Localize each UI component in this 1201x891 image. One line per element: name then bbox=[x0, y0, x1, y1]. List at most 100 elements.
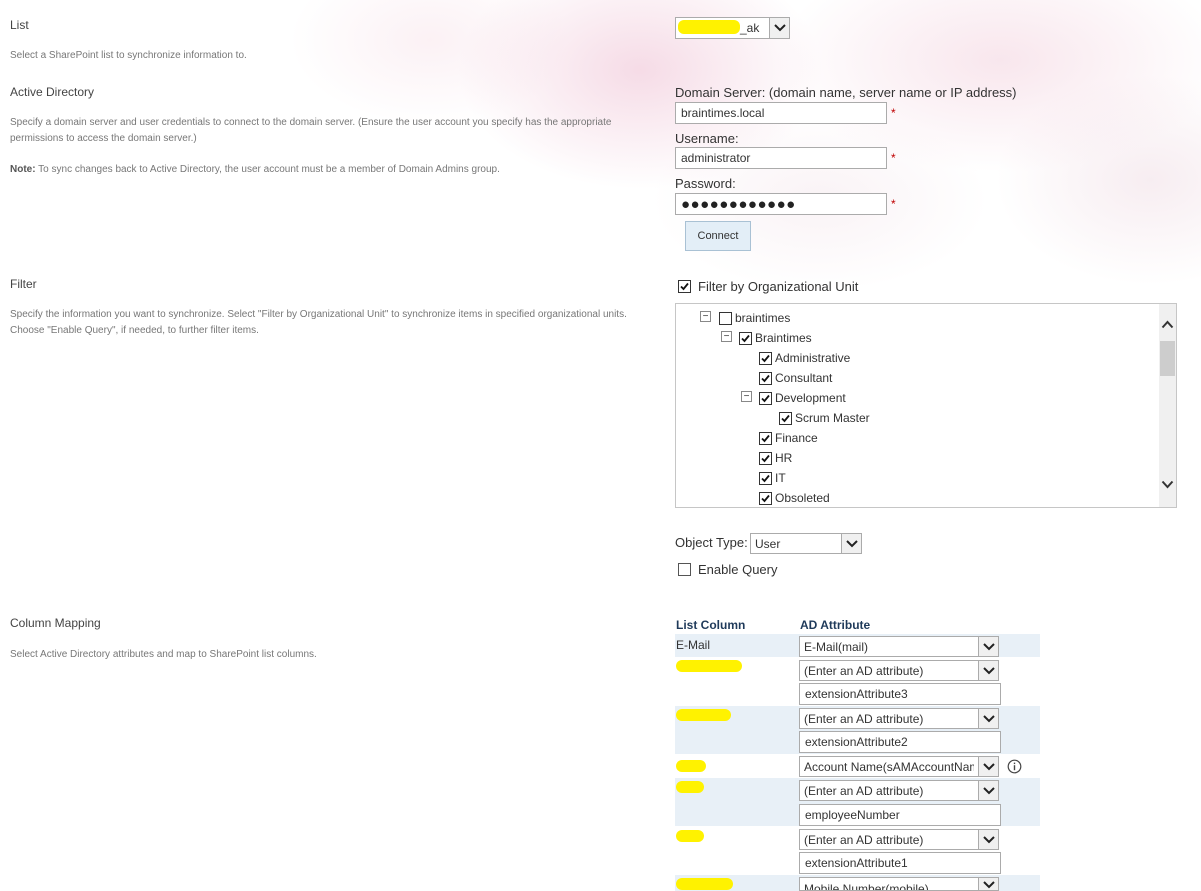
list-section-description: Select a SharePoint list to synchronize … bbox=[10, 50, 247, 61]
tree-node-label: Scrum Master bbox=[795, 411, 870, 425]
tree-node-obsoleted[interactable]: Obsoleted bbox=[759, 489, 830, 507]
password-label: Password: bbox=[675, 176, 736, 191]
username-input[interactable]: administrator bbox=[675, 147, 887, 169]
chevron-down-icon bbox=[978, 661, 998, 680]
object-type-select[interactable]: User bbox=[750, 533, 862, 554]
chevron-down-icon bbox=[978, 757, 998, 776]
ad-section-note: Note: To sync changes back to Active Dir… bbox=[10, 162, 650, 178]
tree-checkbox[interactable] bbox=[739, 331, 752, 345]
tree-checkbox[interactable] bbox=[759, 491, 772, 505]
tree-checkbox[interactable] bbox=[759, 471, 772, 485]
tree-node-label: Development bbox=[775, 391, 846, 405]
tree-node-scrum-master[interactable]: Scrum Master bbox=[779, 409, 870, 427]
collapse-icon[interactable]: − bbox=[721, 331, 732, 342]
check-icon bbox=[761, 454, 770, 462]
ad-attribute-select[interactable]: (Enter an AD attribute) bbox=[799, 829, 999, 850]
filter-section-description: Specify the information you want to sync… bbox=[10, 309, 627, 336]
ad-section-description: Specify a domain server and user credent… bbox=[10, 117, 612, 144]
filter-ou-checkbox-row[interactable]: Filter by Organizational Unit bbox=[678, 279, 858, 294]
redacted-text bbox=[676, 660, 742, 672]
check-icon bbox=[761, 374, 770, 382]
redacted-text bbox=[676, 760, 706, 772]
redacted-text bbox=[676, 830, 704, 842]
tree-node-finance[interactable]: Finance bbox=[759, 429, 818, 447]
ad-section-title: Active Directory bbox=[10, 85, 95, 99]
ad-attribute-select[interactable]: (Enter an AD attribute) bbox=[799, 780, 999, 801]
enable-query-checkbox[interactable] bbox=[678, 563, 691, 576]
tree-node-label: Finance bbox=[775, 431, 818, 445]
tree-checkbox[interactable] bbox=[759, 371, 772, 385]
ad-attribute-value: (Enter an AD attribute) bbox=[804, 833, 924, 847]
list-select-value: _ak bbox=[740, 21, 760, 35]
tree-node-label: Braintimes bbox=[755, 331, 812, 345]
chevron-down-icon bbox=[769, 18, 789, 38]
collapse-icon[interactable]: − bbox=[700, 311, 711, 322]
required-marker: * bbox=[891, 106, 896, 120]
tree-checkbox[interactable] bbox=[759, 451, 772, 465]
tree-node-label: Obsoleted bbox=[775, 491, 830, 505]
ad-attribute-select[interactable]: (Enter an AD attribute) bbox=[799, 660, 999, 681]
note-text: To sync changes back to Active Directory… bbox=[38, 164, 500, 175]
tree-node-hr[interactable]: HR bbox=[759, 449, 792, 467]
scroll-down-icon[interactable] bbox=[1161, 480, 1174, 489]
ad-attribute-select[interactable]: Mobile Number(mobile) bbox=[799, 877, 999, 891]
ad-attribute-value: (Enter an AD attribute) bbox=[804, 784, 924, 798]
scrollbar-thumb[interactable] bbox=[1160, 341, 1175, 376]
check-icon bbox=[761, 434, 770, 442]
password-input[interactable]: ●●●●●●●●●●●● bbox=[675, 193, 887, 215]
tree-node-label: Administrative bbox=[775, 351, 851, 365]
list-select[interactable]: _ak bbox=[675, 17, 790, 39]
tree-scrollbar[interactable] bbox=[1159, 304, 1176, 507]
ad-attribute-value: E-Mail(mail) bbox=[804, 640, 868, 654]
tree-node-braintimes-root[interactable]: braintimes bbox=[719, 309, 790, 327]
background-decoration bbox=[0, 0, 1201, 300]
mapping-section-description: Select Active Directory attributes and m… bbox=[10, 649, 317, 660]
ou-tree[interactable]: − braintimes − Braintimes Administrative… bbox=[675, 303, 1177, 508]
password-mask: ●●●●●●●●●●●● bbox=[681, 196, 796, 213]
tree-checkbox[interactable] bbox=[759, 431, 772, 445]
redacted-text bbox=[676, 878, 733, 890]
tree-node-label: Consultant bbox=[775, 371, 833, 385]
filter-ou-checkbox[interactable] bbox=[678, 280, 691, 293]
custom-attribute-input[interactable]: extensionAttribute2 bbox=[799, 731, 1001, 753]
scroll-up-icon[interactable] bbox=[1161, 320, 1174, 329]
ad-attribute-select[interactable]: E-Mail(mail) bbox=[799, 636, 999, 657]
enable-query-row[interactable]: Enable Query bbox=[678, 562, 778, 577]
check-icon bbox=[761, 494, 770, 502]
tree-checkbox[interactable] bbox=[759, 351, 772, 365]
required-marker: * bbox=[891, 197, 896, 211]
tree-node-development[interactable]: Development bbox=[759, 389, 846, 407]
ad-attribute-value: Account Name(sAMAccountName) bbox=[804, 760, 974, 774]
object-type-value: User bbox=[755, 537, 781, 551]
list-column-name: E-Mail bbox=[676, 638, 711, 652]
tree-node-label: IT bbox=[775, 471, 786, 485]
tree-node-it[interactable]: IT bbox=[759, 469, 786, 487]
redacted-text bbox=[678, 20, 740, 34]
chevron-down-icon bbox=[978, 709, 998, 728]
required-marker: * bbox=[891, 151, 896, 165]
ad-attribute-select[interactable]: (Enter an AD attribute) bbox=[799, 708, 999, 729]
custom-attribute-input[interactable]: employeeNumber bbox=[799, 804, 1001, 826]
custom-attribute-input[interactable]: extensionAttribute1 bbox=[799, 852, 1001, 874]
tree-node-label: HR bbox=[775, 451, 793, 465]
object-type-label: Object Type: bbox=[675, 535, 748, 550]
tree-checkbox[interactable] bbox=[759, 391, 772, 405]
check-icon bbox=[761, 394, 770, 402]
tree-checkbox[interactable] bbox=[779, 411, 792, 425]
custom-attribute-input[interactable]: extensionAttribute3 bbox=[799, 683, 1001, 705]
collapse-icon[interactable]: − bbox=[741, 391, 752, 402]
connect-button[interactable]: Connect bbox=[685, 221, 751, 251]
info-icon[interactable] bbox=[1007, 759, 1022, 774]
ad-attribute-header: AD Attribute bbox=[800, 618, 871, 632]
ad-attribute-value: (Enter an AD attribute) bbox=[804, 712, 924, 726]
ad-attribute-select[interactable]: Account Name(sAMAccountName) bbox=[799, 756, 999, 777]
note-label: Note: bbox=[10, 164, 36, 175]
check-icon bbox=[781, 414, 790, 422]
domain-server-input[interactable]: braintimes.local bbox=[675, 102, 887, 124]
redacted-text bbox=[676, 709, 731, 721]
tree-checkbox[interactable] bbox=[719, 311, 732, 325]
tree-node-administrative[interactable]: Administrative bbox=[759, 349, 850, 367]
tree-node-braintimes[interactable]: Braintimes bbox=[739, 329, 812, 347]
tree-node-consultant[interactable]: Consultant bbox=[759, 369, 832, 387]
chevron-down-icon bbox=[841, 534, 861, 553]
